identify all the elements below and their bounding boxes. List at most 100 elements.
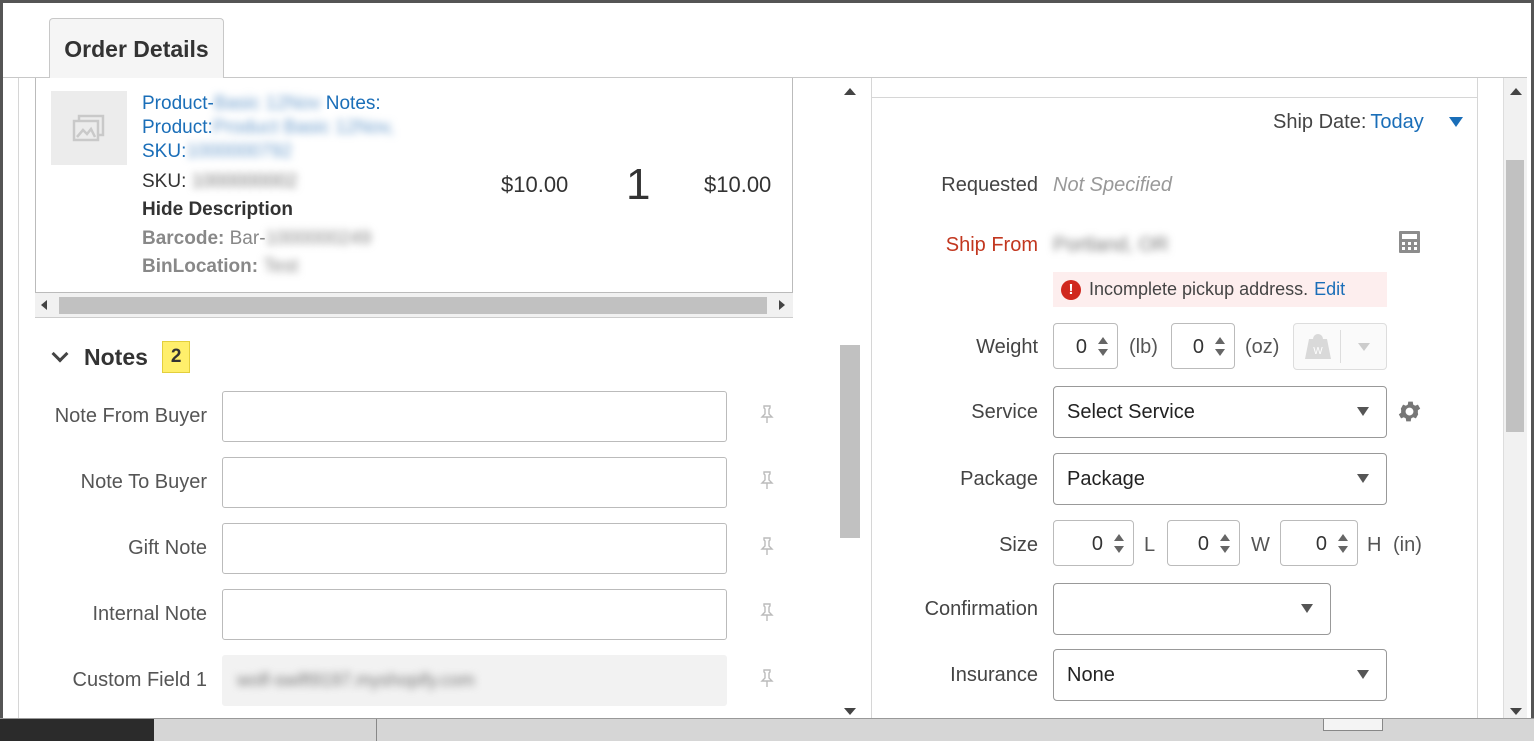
left-panel-vertical-scrollbar[interactable] xyxy=(838,78,862,718)
edit-address-link[interactable]: Edit xyxy=(1314,279,1345,300)
shipping-panel-divider xyxy=(871,97,1478,98)
redacted-barcode: 1000000249 xyxy=(265,228,372,249)
gift-note-input[interactable] xyxy=(222,523,727,574)
product-link-line-1[interactable]: Product-Basic 12Nov Notes: xyxy=(142,93,381,115)
vertical-scroll-thumb[interactable] xyxy=(840,345,860,538)
stepper-down-icon[interactable] xyxy=(1098,349,1108,356)
pin-icon[interactable] xyxy=(760,405,774,423)
right-panel-vertical-scrollbar[interactable] xyxy=(1503,78,1527,718)
stepper-down-icon[interactable] xyxy=(1338,546,1348,553)
caret-down-icon xyxy=(1357,670,1369,679)
unit-l: L xyxy=(1144,534,1156,556)
pickup-address-alert: ! Incomplete pickup address. Edit xyxy=(1053,272,1387,307)
stepper-down-icon[interactable] xyxy=(1114,546,1124,553)
confirmation-select[interactable] xyxy=(1053,583,1331,635)
left-panel-border xyxy=(18,78,19,718)
ship-from-value[interactable]: Portland, OR xyxy=(1053,234,1169,257)
item-barcode: Barcode: Bar-1000000249 xyxy=(142,228,372,249)
internal-note-input[interactable] xyxy=(222,589,727,640)
note-to-buyer-label: Note To Buyer xyxy=(80,471,207,493)
stepper-down-icon[interactable] xyxy=(1220,546,1230,553)
calculator-icon[interactable] xyxy=(1398,230,1421,254)
scroll-down-arrow[interactable] xyxy=(1510,708,1522,715)
weight-lb-stepper[interactable]: 0 xyxy=(1053,323,1118,369)
weight-oz-stepper[interactable]: 0 xyxy=(1171,323,1235,369)
product-link-line-2[interactable]: Product:Product Basic 12Nov, xyxy=(142,117,394,139)
internal-note-label: Internal Note xyxy=(92,603,207,625)
size-label: Size xyxy=(999,534,1038,556)
package-select[interactable]: Package xyxy=(1053,453,1387,505)
scroll-up-arrow[interactable] xyxy=(844,88,856,95)
note-from-buyer-label: Note From Buyer xyxy=(54,405,207,427)
scroll-down-arrow[interactable] xyxy=(844,708,856,715)
pin-icon[interactable] xyxy=(760,537,774,555)
vertical-scroll-thumb[interactable] xyxy=(1506,160,1524,432)
hide-description-toggle[interactable]: Hide Description xyxy=(142,199,293,221)
item-horizontal-scrollbar[interactable] xyxy=(35,293,793,318)
image-icon xyxy=(72,114,105,142)
unit-lb: (lb) xyxy=(1129,336,1158,358)
item-quantity: 1 xyxy=(626,160,651,209)
svg-text:W: W xyxy=(1313,346,1323,357)
scale-weight-button[interactable]: W xyxy=(1293,323,1387,370)
insurance-select[interactable]: None xyxy=(1053,649,1387,701)
product-image-placeholder xyxy=(51,91,127,165)
custom-field-1-value: wolf-swift9197.myshopify.com xyxy=(222,655,727,706)
notes-section-header[interactable]: Notes 2 xyxy=(51,341,191,373)
scroll-up-arrow[interactable] xyxy=(1510,88,1522,95)
confirmation-label: Confirmation xyxy=(924,598,1038,620)
stepper-up-icon[interactable] xyxy=(1338,534,1348,541)
notes-title: Notes xyxy=(84,343,148,370)
stepper-up-icon[interactable] xyxy=(1220,534,1230,541)
product-link-line-3[interactable]: SKU:1000000792 xyxy=(142,141,292,163)
unit-oz: (oz) xyxy=(1245,336,1280,358)
redacted-sku: 1000000792 xyxy=(186,141,293,162)
stepper-up-icon[interactable] xyxy=(1098,337,1108,344)
size-width-stepper[interactable]: 0 xyxy=(1167,520,1240,566)
note-to-buyer-input[interactable] xyxy=(222,457,727,508)
caret-down-icon xyxy=(1357,407,1369,416)
ship-from-label: Ship From xyxy=(945,234,1038,256)
size-height-stepper[interactable]: 0 xyxy=(1280,520,1358,566)
scroll-right-arrow[interactable] xyxy=(779,300,785,310)
caret-down-icon xyxy=(1357,474,1369,483)
background-page-strip xyxy=(0,718,1534,741)
caret-down-icon[interactable] xyxy=(1449,117,1463,127)
custom-field-1-label: Custom Field 1 xyxy=(72,669,208,691)
ship-date: Ship Date: Today xyxy=(1273,111,1424,133)
scroll-left-arrow[interactable] xyxy=(41,300,47,310)
pin-icon[interactable] xyxy=(760,603,774,621)
unit-in: (in) xyxy=(1393,534,1422,556)
item-binlocation: BinLocation: Test xyxy=(142,256,299,277)
scale-icon: W xyxy=(1305,334,1331,359)
redacted-product-desc: Product Basic 12Nov, xyxy=(212,117,395,138)
service-select[interactable]: Select Service xyxy=(1053,386,1387,438)
tab-order-details[interactable]: Order Details xyxy=(49,18,224,79)
redacted-product-name: Basic 12Nov xyxy=(213,93,321,114)
gift-note-label: Gift Note xyxy=(128,537,207,559)
stepper-up-icon[interactable] xyxy=(1215,337,1225,344)
pin-icon[interactable] xyxy=(760,669,774,687)
unit-h: H xyxy=(1367,534,1382,556)
stepper-up-icon[interactable] xyxy=(1114,534,1124,541)
requested-label: Requested xyxy=(941,174,1038,196)
stepper-down-icon[interactable] xyxy=(1215,349,1225,356)
horizontal-scroll-thumb[interactable] xyxy=(59,297,767,314)
pin-icon[interactable] xyxy=(760,471,774,489)
notes-count-badge: 2 xyxy=(161,341,191,373)
background-divider xyxy=(376,719,377,741)
background-box xyxy=(1323,719,1383,731)
service-label: Service xyxy=(971,401,1038,423)
redacted-sku-value: 1000000002 xyxy=(191,171,298,192)
size-length-stepper[interactable]: 0 xyxy=(1053,520,1134,566)
note-from-buyer-input[interactable] xyxy=(222,391,727,442)
exclamation-icon: ! xyxy=(1061,279,1081,300)
caret-down-icon[interactable] xyxy=(1358,343,1370,351)
scale-divider xyxy=(1340,330,1341,363)
ship-date-link[interactable]: Today xyxy=(1370,111,1423,133)
tab-bar: Order Details xyxy=(3,3,1527,79)
gear-icon[interactable] xyxy=(1396,398,1423,425)
insurance-label: Insurance xyxy=(950,664,1038,686)
unit-w: W xyxy=(1251,534,1270,556)
redacted-binlocation: Test xyxy=(263,256,299,277)
